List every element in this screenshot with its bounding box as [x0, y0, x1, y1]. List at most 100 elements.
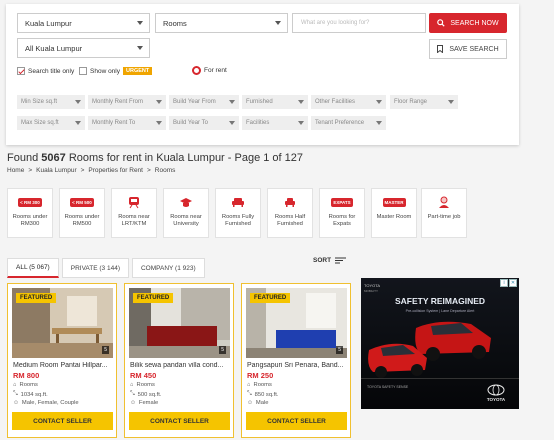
- facilities-select[interactable]: Facilities: [242, 116, 308, 130]
- chevron-down-icon: [75, 121, 81, 125]
- listing-title[interactable]: Pangsapuri Sri Penara, Band...: [247, 362, 347, 369]
- save-search-button[interactable]: SAVE SEARCH: [429, 39, 507, 59]
- max-size-select[interactable]: Max Size sq.ft: [17, 116, 85, 130]
- chevron-down-icon: [229, 121, 235, 125]
- advertisement-banner[interactable]: TOYOTA MOBILITY SAFETY REIMAGINED Pre-co…: [361, 278, 519, 409]
- listing-tenant-value: Male, Female, Couple: [21, 400, 79, 406]
- min-size-select[interactable]: Min Size sq.ft: [17, 95, 85, 109]
- breadcrumb-home[interactable]: Home: [7, 167, 24, 174]
- contact-seller-button[interactable]: CONTACT SELLER: [129, 412, 230, 430]
- listing-tenant-value: Male: [255, 400, 269, 406]
- listing-type: ⌂ Rooms: [130, 382, 155, 388]
- checkbox-unchecked: [79, 67, 87, 75]
- breadcrumb-separator: >: [146, 167, 151, 174]
- featured-badge: FEATURED: [16, 293, 57, 303]
- listing-price: RM 800: [13, 371, 40, 380]
- listing-card[interactable]: FEATURED 5 Bilik sewa pandan villa cond.…: [124, 283, 234, 438]
- breadcrumb-kuala-lumpur[interactable]: Kuala Lumpur: [36, 167, 76, 174]
- chevron-down-icon: [137, 46, 143, 50]
- other-facilities-select[interactable]: Other Facilities: [311, 95, 386, 109]
- photo-count-badge: 5: [102, 346, 109, 354]
- listing-title[interactable]: Bilik sewa pandan villa cond...: [130, 362, 230, 369]
- ad-info-icon[interactable]: i: [500, 279, 508, 287]
- listing-photo[interactable]: FEATURED 5: [129, 288, 230, 358]
- price-tag-icon: < RM 300: [18, 198, 42, 207]
- category-rooms-under-rm500[interactable]: < RM 500 Rooms under RM500: [59, 188, 105, 238]
- people-icon: ☺: [130, 400, 136, 406]
- listing-photo[interactable]: FEATURED 5: [246, 288, 347, 358]
- chevron-down-icon: [275, 21, 281, 25]
- category-rooms-fully-furnished[interactable]: Rooms Fully Furnished: [215, 188, 261, 238]
- for-rent-radio[interactable]: For rent: [192, 66, 227, 75]
- category-rooms-near-lrt[interactable]: Rooms near LRT/KTM: [111, 188, 157, 238]
- category-rooms-under-rm300[interactable]: < RM 300 Rooms under RM300: [7, 188, 53, 238]
- listing-photo[interactable]: FEATURED 5: [12, 288, 113, 358]
- armchair-icon: [285, 198, 295, 207]
- tab-private[interactable]: PRIVATE (3 144): [61, 258, 129, 278]
- price-tag-icon: < RM 500: [70, 198, 94, 207]
- category-label: University: [173, 221, 199, 227]
- breadcrumb-properties-for-rent[interactable]: Properties for Rent: [88, 167, 143, 174]
- monthly-rent-from-select[interactable]: Monthly Rent From: [88, 95, 166, 109]
- build-year-to-select[interactable]: Build Year To: [169, 116, 239, 130]
- area-select[interactable]: All Kuala Lumpur: [17, 38, 150, 58]
- monthly-rent-to-select[interactable]: Monthly Rent To: [88, 116, 166, 130]
- search-title-only-checkbox[interactable]: Search title only: [17, 67, 74, 75]
- search-input[interactable]: What are you looking for?: [292, 13, 426, 33]
- search-now-button[interactable]: SEARCH NOW: [429, 13, 507, 33]
- listing-tenant: ☺ Female: [130, 400, 158, 406]
- listing-card[interactable]: FEATURED 5 Medium Room Pantai Hillpar...…: [7, 283, 117, 438]
- category-label: Part-time job: [427, 214, 461, 220]
- home-icon: ⌂: [247, 382, 251, 388]
- category-label: Rooms Fully: [221, 214, 255, 220]
- category-master-room[interactable]: MASTER Master Room: [371, 188, 417, 238]
- svg-text:MOBILITY: MOBILITY: [364, 289, 378, 293]
- radio-selected-icon: [192, 66, 201, 75]
- listing-tenant: ☺ Male: [247, 400, 269, 406]
- tenant-preference-select[interactable]: Tenant Preference: [311, 116, 386, 130]
- home-icon: ⌂: [130, 382, 134, 388]
- category-part-time-job[interactable]: Part-time job: [421, 188, 467, 238]
- listing-size-value: 850 sq.ft.: [254, 391, 279, 398]
- category-rooms-near-university[interactable]: Rooms near University: [163, 188, 209, 238]
- category-label: Rooms near: [118, 214, 150, 220]
- close-icon[interactable]: ✕: [509, 279, 517, 287]
- furnished-select[interactable]: Furnished: [242, 95, 308, 109]
- search-placeholder: What are you looking for?: [301, 20, 370, 26]
- chevron-down-icon: [298, 121, 304, 125]
- listing-card[interactable]: FEATURED 5 Pangsapuri Sri Penara, Band..…: [241, 283, 351, 438]
- property-type-select[interactable]: Rooms: [155, 13, 288, 33]
- sort-icon: [335, 257, 347, 264]
- tenant-preference-label: Tenant Preference: [315, 120, 365, 126]
- monthly-rent-to-label: Monthly Rent To: [92, 120, 136, 126]
- category-rooms-for-expats[interactable]: EXPATS Rooms for Expats: [319, 188, 365, 238]
- listing-size-value: 500 sq.ft.: [137, 391, 162, 398]
- results-description: Rooms for rent in Kuala Lumpur - Page 1 …: [68, 152, 303, 164]
- max-size-label: Max Size sq.ft: [21, 120, 59, 126]
- floor-range-select[interactable]: Floor Range: [390, 95, 458, 109]
- featured-badge: FEATURED: [133, 293, 174, 303]
- breadcrumb-separator: >: [28, 167, 33, 174]
- location-select[interactable]: Kuala Lumpur: [17, 13, 150, 33]
- area-value: All Kuala Lumpur: [25, 43, 83, 53]
- listing-type-value: Rooms: [19, 382, 38, 388]
- contact-seller-button[interactable]: CONTACT SELLER: [246, 412, 347, 430]
- photo-count-badge: 5: [336, 346, 343, 354]
- show-only-urgent-checkbox[interactable]: Show only URGENT: [79, 67, 153, 75]
- listing-tenant: ☺ Male, Female, Couple: [13, 400, 79, 406]
- listing-size-value: 1034 sq.ft.: [20, 391, 48, 398]
- category-rooms-half-furnished[interactable]: Rooms Half Furnished: [267, 188, 313, 238]
- listing-title[interactable]: Medium Room Pantai Hillpar...: [13, 362, 113, 369]
- sofa-icon: [232, 198, 244, 207]
- search-title-only-label: Search title only: [28, 67, 75, 75]
- sort-button[interactable]: SORT: [313, 257, 347, 264]
- build-year-from-select[interactable]: Build Year From: [169, 95, 239, 109]
- graduation-cap-icon: [180, 198, 192, 207]
- tab-company[interactable]: COMPANY (1 923): [131, 258, 205, 278]
- category-label: Rooms Half: [274, 214, 306, 220]
- contact-seller-button[interactable]: CONTACT SELLER: [12, 412, 113, 430]
- train-icon: [129, 197, 139, 209]
- search-now-label: SEARCH NOW: [450, 19, 499, 27]
- listing-size: ⤡ 1034 sq.ft.: [13, 391, 48, 398]
- tab-all[interactable]: ALL (5 067): [7, 258, 59, 278]
